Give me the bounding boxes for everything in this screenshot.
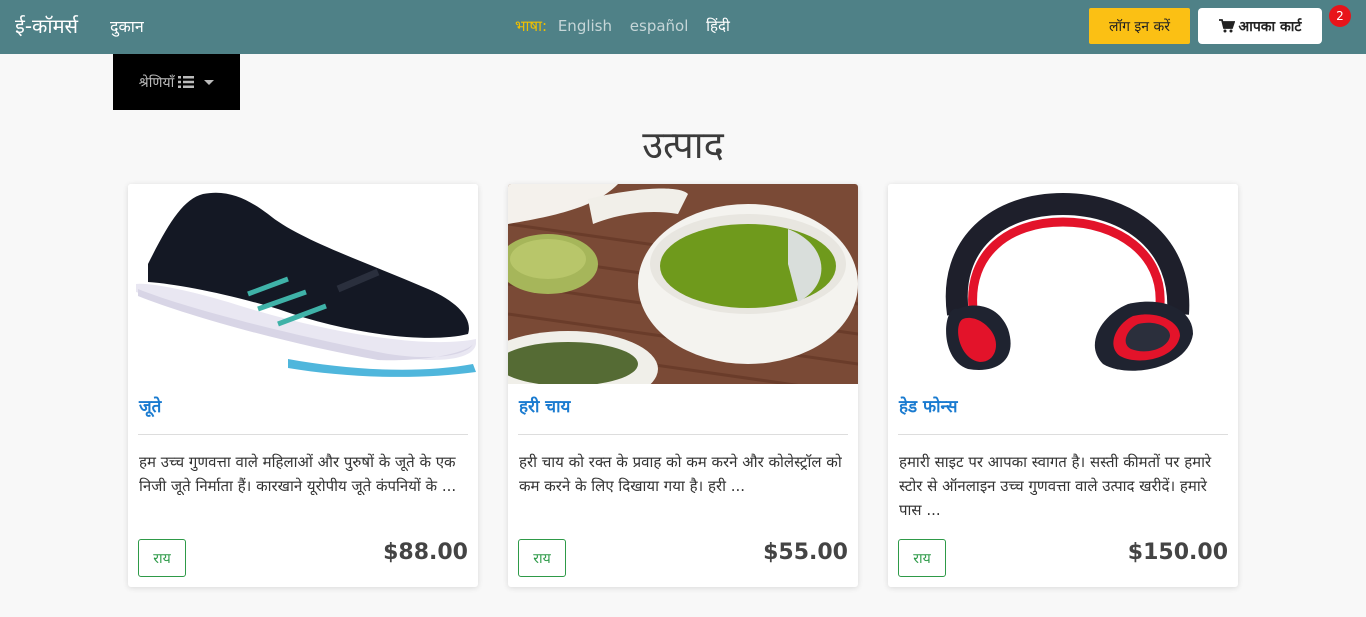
product-card: हेड फोन्स हमारी साइट पर आपका स्वागत है। … [888,184,1238,587]
list-icon [178,76,195,88]
product-title-link[interactable]: हरी चाय [519,394,570,417]
product-card: जूते हम उच्च गुणवत्ता वाले महिलाओं और पु… [128,184,478,587]
product-image[interactable] [508,184,858,384]
product-image[interactable] [128,184,478,384]
language-option-hindi[interactable]: हिंदी [706,17,730,35]
card-divider [898,434,1228,435]
review-button[interactable]: राय [518,539,566,577]
product-title-link[interactable]: हेड फोन्स [899,394,958,417]
product-title-link[interactable]: जूते [139,394,161,417]
cart-count-badge: 2 [1329,5,1351,27]
login-button[interactable]: लॉग इन करें [1089,8,1190,44]
product-price: $55.00 [763,540,848,565]
language-option-english[interactable]: English [558,17,612,35]
card-divider [138,434,468,435]
shoe-image [128,184,478,384]
language-option-spanish[interactable]: español [630,17,689,35]
cart-icon [1218,19,1235,33]
cart-label: आपका कार्ट [1238,18,1302,35]
brand-link[interactable]: ई-कॉमर्स [15,12,78,39]
categories-dropdown-button[interactable]: श्रेणियाँ [113,54,240,110]
product-image[interactable] [888,184,1238,384]
card-divider [518,434,848,435]
product-price: $150.00 [1127,540,1228,565]
product-card: हरी चाय हरी चाय को रक्त के प्रवाह को कम … [508,184,858,587]
categories-label: श्रेणियाँ [138,74,175,91]
cart-button[interactable]: आपका कार्ट [1198,8,1322,44]
caret-down-icon [204,79,215,85]
product-description: हरी चाय को रक्त के प्रवाह को कम करने और … [519,453,842,495]
headphones-image [888,184,1238,384]
green-tea-image [508,184,858,384]
product-price: $88.00 [383,540,468,565]
navbar: ई-कॉमर्स दुकान भाषा: English español हिं… [0,0,1366,54]
language-switcher: भाषा: English español हिंदी [515,16,743,36]
language-label: भाषा: [515,17,548,35]
nav-shop-link[interactable]: दुकान [110,15,144,37]
product-description: हम उच्च गुणवत्ता वाले महिलाओं और पुरुषों… [139,453,457,495]
review-button[interactable]: राय [138,539,186,577]
review-button[interactable]: राय [898,539,946,577]
page-title: उत्पाद [642,123,724,167]
product-description: हमारी साइट पर आपका स्वागत है। सस्ती कीमत… [899,453,1212,519]
